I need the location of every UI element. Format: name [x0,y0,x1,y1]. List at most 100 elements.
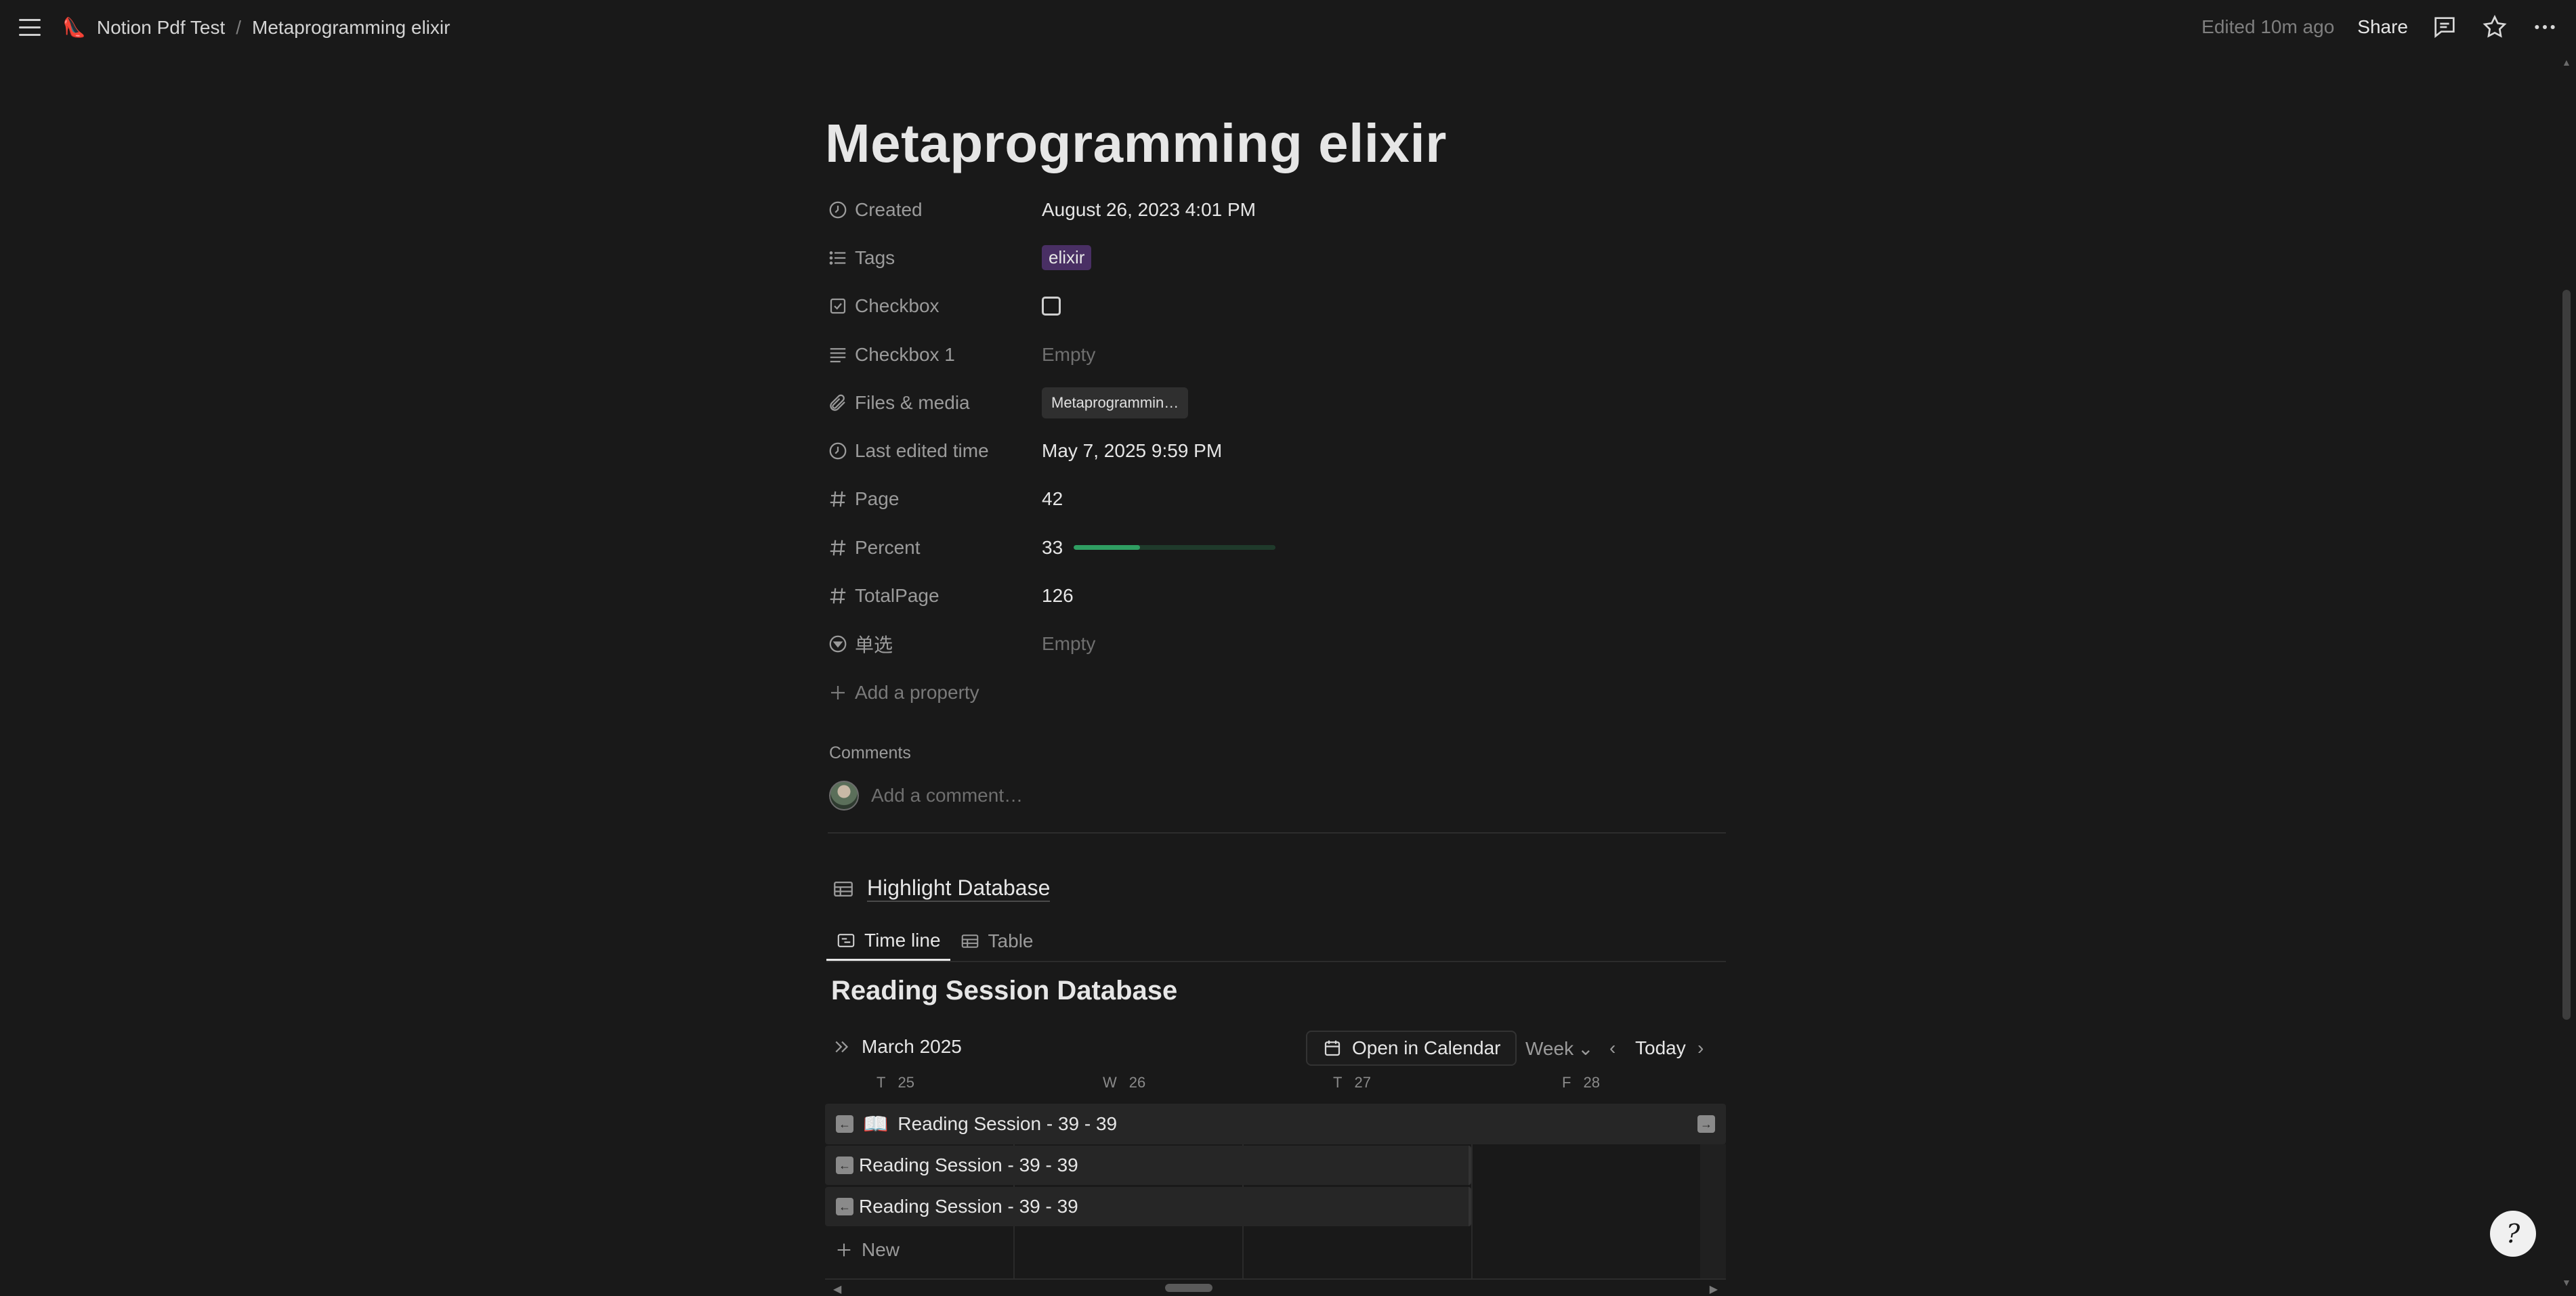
property-name: 单选 [828,630,1042,657]
tab-label: Table [988,930,1034,951]
comments-label: Comments [829,743,911,762]
scroll-down-icon[interactable]: ▼ [2562,1277,2571,1288]
tab-time-line[interactable]: Time line [826,922,950,961]
day-letter: T [877,1074,886,1091]
share-button[interactable]: Share [2357,16,2408,38]
grid-line [825,1278,1726,1280]
timeline-icon [837,933,855,947]
add-property-button[interactable]: Add a property [828,668,1573,716]
timeline-item-label: Reading Session - 39 - 39 [859,1196,1078,1217]
day-header: T 27 [1333,1074,1371,1092]
grid-line [1471,1144,1473,1280]
today-button[interactable]: Today [1635,1037,1686,1059]
property-label: Checkbox 1 [855,343,955,365]
scroll-left-icon[interactable]: ◀ [833,1282,841,1296]
help-icon[interactable]: ? [2490,1211,2536,1257]
menu-icon[interactable] [19,19,41,37]
property-label: Tags [855,246,895,268]
more-icon[interactable] [2531,14,2558,41]
open-in-calendar-label: Open in Calendar [1352,1037,1501,1058]
add-property-label: Add a property [855,681,979,703]
paperclip-icon [830,394,845,411]
add-property: Add a property [828,682,1042,704]
day-number: 28 [1583,1074,1600,1091]
top-actions: Edited 10m ago Share [2201,14,2558,41]
chevron-left-icon[interactable]: ‹ [1609,1037,1616,1059]
week-dropdown[interactable]: Week ⌄ [1525,1037,1594,1060]
property-label: Percent [855,536,921,558]
month-label: March 2025 [862,1036,962,1057]
timeline-item[interactable]: ← 📖 Reading Session - 39 - 39 → [825,1104,1726,1144]
property-row[interactable]: Page 42 [828,475,1573,523]
property-row[interactable]: Last edited time May 7, 2025 9:59 PM [828,427,1573,475]
timeline-grid: ← 📖 Reading Session - 39 - 39 → ← Readin… [825,1104,1726,1280]
property-row[interactable]: Files & media Metaprogrammin… [828,379,1573,427]
comment-input-row[interactable]: Add a comment… [829,781,1023,811]
property-value[interactable]: 33 [1042,537,1063,559]
chevron-right-icon[interactable]: › [1697,1037,1704,1059]
property-name: Checkbox 1 [828,344,1042,366]
horizontal-scrollbar[interactable]: ◀ ▶ [833,1282,1718,1296]
property-value-empty[interactable]: Empty [1042,344,1095,366]
timeline-item[interactable]: ← Reading Session - 39 - 39 [825,1187,1471,1226]
checkbox-input[interactable] [1042,297,1061,316]
star-icon[interactable] [2481,14,2508,41]
avatar [829,781,859,811]
property-row[interactable]: Percent 33 [828,523,1573,571]
property-name: Checkbox [828,295,1042,317]
select-icon [829,635,847,653]
property-value[interactable]: 126 [1042,585,1074,607]
property-row[interactable]: TotalPage 126 [828,571,1573,620]
arrow-left-icon[interactable]: ← [836,1157,853,1174]
arrow-left-icon[interactable]: ← [836,1198,853,1215]
property-row[interactable]: Checkbox 1 Empty [828,330,1573,379]
comment-icon[interactable] [2431,14,2458,41]
property-label: Created [855,198,923,220]
timeline-item-label: Reading Session - 39 - 39 [898,1113,1118,1134]
calendar-icon [1324,1040,1340,1056]
new-item-button[interactable]: New [835,1239,900,1261]
property-row[interactable]: Tags elixir [828,234,1573,282]
property-name: Created [828,199,1042,221]
vertical-scrollbar[interactable]: ▲ ▼ [2560,57,2573,1288]
scroll-up-icon[interactable]: ▲ [2562,57,2571,68]
weekend-shade [1700,1144,1726,1280]
database-title[interactable]: Highlight Database [832,876,1051,902]
text-lines-icon [830,347,846,362]
day-number: 25 [898,1074,914,1091]
property-value[interactable]: 42 [1042,488,1063,510]
breadcrumb-workspace[interactable]: Notion Pdf Test [97,17,225,39]
timeline-toolbar: March 2025 Open in Calendar Week ⌄ ‹ Tod… [832,1031,1725,1066]
page-title[interactable]: Metaprogramming elixir [825,112,1447,175]
double-chevron-right-icon[interactable] [832,1037,852,1057]
breadcrumb-separator: / [236,16,242,38]
workspace-icon: 👠 [62,17,86,38]
property-label: Files & media [855,391,970,413]
property-row[interactable]: Checkbox [828,282,1573,330]
top-bar: 👠 Notion Pdf Test / Metaprogramming elix… [0,0,2576,56]
arrow-right-icon[interactable]: → [1697,1115,1715,1133]
file-chip[interactable]: Metaprogrammin… [1042,387,1189,418]
property-row[interactable]: 单选 Empty [828,620,1573,668]
hash-icon [830,588,846,604]
view-tabs: Time line Table [826,922,1726,962]
tab-table[interactable]: Table [950,922,1043,961]
tag-badge[interactable]: elixir [1042,245,1092,271]
open-in-calendar-button[interactable]: Open in Calendar [1306,1031,1517,1066]
property-value-empty[interactable]: Empty [1042,633,1095,655]
property-name: Last edited time [828,440,1042,462]
scroll-thumb[interactable] [2562,290,2571,1020]
arrow-left-icon[interactable]: ← [836,1115,853,1133]
database-title-text[interactable]: Highlight Database [867,876,1051,902]
property-row[interactable]: Created August 26, 2023 4:01 PM [828,186,1573,234]
database-heading[interactable]: Reading Session Database [831,976,1177,1006]
breadcrumb-page[interactable]: Metaprogramming elixir [252,17,450,39]
scroll-thumb[interactable] [1165,1284,1212,1292]
timeline-item[interactable]: ← Reading Session - 39 - 39 [825,1146,1471,1185]
comment-input[interactable]: Add a comment… [871,785,1023,806]
book-icon: 📖 [863,1113,889,1136]
plus-icon [837,1243,851,1257]
scroll-right-icon[interactable]: ▶ [1710,1282,1718,1296]
property-label: Checkbox [855,295,939,317]
progress-fill [1074,545,1141,550]
